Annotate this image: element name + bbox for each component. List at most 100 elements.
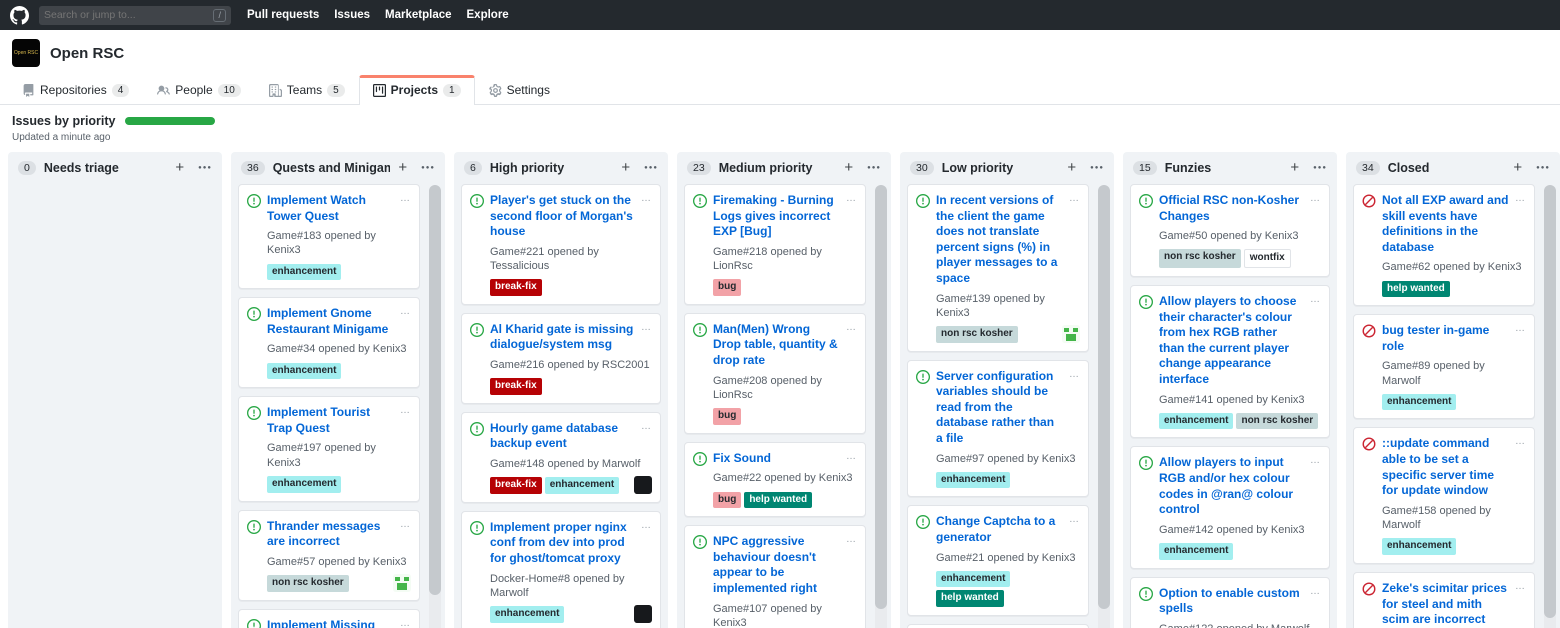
- card-menu-icon[interactable]: …: [846, 534, 857, 544]
- issue-label[interactable]: enhancement: [1382, 538, 1456, 555]
- add-card-icon[interactable]: +: [398, 162, 407, 174]
- issue-title-link[interactable]: Al Kharid gate is missing dialogue/syste…: [490, 322, 635, 353]
- issue-card[interactable]: ::update command able to be set a specif…: [1353, 427, 1535, 563]
- issue-title-link[interactable]: Implement Tourist Trap Quest: [267, 405, 394, 436]
- card-menu-icon[interactable]: …: [641, 322, 652, 332]
- issue-title-link[interactable]: Firemaking - Burning Logs gives incorrec…: [713, 193, 840, 240]
- issue-title-link[interactable]: Implement proper nginx conf from dev int…: [490, 520, 635, 567]
- issue-card[interactable]: Server configuration variables should be…: [907, 360, 1089, 498]
- card-menu-icon[interactable]: …: [1069, 514, 1080, 524]
- card-menu-icon[interactable]: …: [641, 421, 652, 431]
- project-title[interactable]: Issues by priority: [12, 114, 116, 128]
- column-scrollbar[interactable]: [1098, 185, 1110, 628]
- issue-title-link[interactable]: Allow players to choose their character'…: [1159, 294, 1304, 388]
- issue-title-link[interactable]: Zeke's scimitar prices for steel and mit…: [1382, 581, 1509, 628]
- tab-settings[interactable]: Settings: [475, 75, 564, 105]
- issue-card[interactable]: Firemaking - Burning Logs gives incorrec…: [684, 184, 866, 305]
- issue-title-link[interactable]: Man(Men) Wrong Drop table, quantity & dr…: [713, 322, 840, 369]
- card-menu-icon[interactable]: …: [1310, 586, 1321, 596]
- card-menu-icon[interactable]: …: [846, 193, 857, 203]
- column-menu-icon[interactable]: ●●●: [1090, 165, 1104, 171]
- issue-label[interactable]: enhancement: [490, 606, 564, 623]
- add-card-icon[interactable]: +: [1067, 162, 1076, 174]
- issue-title-link[interactable]: Not all EXP award and skill events have …: [1382, 193, 1509, 255]
- issue-label[interactable]: non rsc kosher: [1159, 249, 1241, 268]
- issue-title-link[interactable]: ::update command able to be set a specif…: [1382, 436, 1509, 498]
- issue-card[interactable]: NPC aggressive behaviour doesn't appear …: [684, 525, 866, 628]
- issue-label[interactable]: help wanted: [1382, 281, 1450, 298]
- issue-card[interactable]: In recent versions of the client the gam…: [907, 184, 1089, 352]
- issue-label[interactable]: enhancement: [936, 472, 1010, 489]
- issue-label[interactable]: help wanted: [936, 590, 1004, 607]
- issue-label[interactable]: enhancement: [267, 476, 341, 493]
- issue-title-link[interactable]: Server configuration variables should be…: [936, 369, 1063, 447]
- card-menu-icon[interactable]: …: [400, 193, 411, 203]
- issue-title-link[interactable]: Change Captcha to a generator: [936, 514, 1063, 545]
- issue-label[interactable]: break-fix: [490, 477, 542, 494]
- issue-label[interactable]: break-fix: [490, 279, 542, 296]
- issue-card[interactable]: Al Kharid gate is missing dialogue/syste…: [461, 313, 661, 404]
- column-menu-icon[interactable]: ●●●: [421, 165, 435, 171]
- issue-label[interactable]: enhancement: [1382, 394, 1456, 411]
- card-menu-icon[interactable]: …: [846, 451, 857, 461]
- issue-card[interactable]: Implement Watch Tower Quest…Game#183 ope…: [238, 184, 420, 289]
- card-menu-icon[interactable]: …: [641, 520, 652, 530]
- card-menu-icon[interactable]: …: [1515, 581, 1526, 591]
- issue-label[interactable]: non rsc kosher: [936, 326, 1018, 343]
- issue-label[interactable]: enhancement: [267, 363, 341, 380]
- card-menu-icon[interactable]: …: [400, 405, 411, 415]
- issue-title-link[interactable]: Allow players to input RGB and/or hex co…: [1159, 455, 1304, 517]
- column-scrollbar[interactable]: [1544, 185, 1556, 628]
- issue-title-link[interactable]: Fix Sound: [713, 451, 840, 467]
- issue-label[interactable]: break-fix: [490, 378, 542, 395]
- issue-label[interactable]: bug: [713, 279, 741, 296]
- scrollbar-thumb[interactable]: [1098, 185, 1110, 609]
- issue-label[interactable]: bug: [713, 492, 741, 509]
- issue-title-link[interactable]: Implement Watch Tower Quest: [267, 193, 394, 224]
- scrollbar-thumb[interactable]: [875, 185, 887, 609]
- issue-card[interactable]: Man(Men) Wrong Drop table, quantity & dr…: [684, 313, 866, 434]
- issue-title-link[interactable]: Thrander messages are incorrect: [267, 519, 394, 550]
- issue-label[interactable]: wontfix: [1244, 249, 1291, 268]
- issue-card[interactable]: Implement Gnome Restaurant Minigame…Game…: [238, 297, 420, 388]
- issue-label[interactable]: help wanted: [744, 492, 812, 509]
- add-card-icon[interactable]: +: [1290, 162, 1299, 174]
- issue-label[interactable]: non rsc kosher: [1236, 413, 1318, 430]
- card-menu-icon[interactable]: …: [1310, 193, 1321, 203]
- issue-title-link[interactable]: Implement Gnome Restaurant Minigame: [267, 306, 394, 337]
- card-menu-icon[interactable]: …: [1515, 436, 1526, 446]
- tab-teams[interactable]: Teams 5: [255, 75, 359, 105]
- tab-projects[interactable]: Projects 1: [359, 75, 475, 105]
- issue-card[interactable]: Allow players to input RGB and/or hex co…: [1130, 446, 1330, 568]
- global-search[interactable]: /: [39, 6, 231, 25]
- issue-title-link[interactable]: Official RSC non-Kosher Changes: [1159, 193, 1304, 224]
- issue-title-link[interactable]: Player's get stuck on the second floor o…: [490, 193, 635, 240]
- issue-title-link[interactable]: Option to enable custom spells: [1159, 586, 1304, 617]
- issue-card[interactable]: Option to enable custom spells…Game#122 …: [1130, 577, 1330, 628]
- issue-card[interactable]: Implement correct adding/removing friend…: [907, 624, 1089, 628]
- nav-issues[interactable]: Issues: [334, 9, 370, 21]
- column-menu-icon[interactable]: ●●●: [198, 165, 212, 171]
- assignee-avatar[interactable]: [634, 605, 652, 623]
- add-card-icon[interactable]: +: [621, 162, 630, 174]
- issue-card[interactable]: Allow players to choose their character'…: [1130, 285, 1330, 438]
- issue-label[interactable]: enhancement: [545, 477, 619, 494]
- issue-label[interactable]: enhancement: [1159, 413, 1233, 430]
- issue-title-link[interactable]: NPC aggressive behaviour doesn't appear …: [713, 534, 840, 596]
- column-menu-icon[interactable]: ●●●: [867, 165, 881, 171]
- card-menu-icon[interactable]: …: [400, 519, 411, 529]
- issue-title-link[interactable]: Implement Missing Fishing Contest Behavi…: [267, 618, 394, 628]
- card-menu-icon[interactable]: …: [641, 193, 652, 203]
- scrollbar-thumb[interactable]: [429, 185, 441, 595]
- issue-title-link[interactable]: Hourly game database backup event: [490, 421, 635, 452]
- add-card-icon[interactable]: +: [1513, 162, 1522, 174]
- issue-card[interactable]: Player's get stuck on the second floor o…: [461, 184, 661, 305]
- issue-card[interactable]: Hourly game database backup event…Game#1…: [461, 412, 661, 503]
- card-menu-icon[interactable]: …: [1069, 193, 1080, 203]
- issue-card[interactable]: Implement Missing Fishing Contest Behavi…: [238, 609, 420, 628]
- issue-label[interactable]: non rsc kosher: [267, 575, 349, 592]
- github-logo-icon[interactable]: [10, 6, 29, 25]
- card-menu-icon[interactable]: …: [1310, 455, 1321, 465]
- card-menu-icon[interactable]: …: [1515, 193, 1526, 203]
- issue-card[interactable]: Zeke's scimitar prices for steel and mit…: [1353, 572, 1535, 628]
